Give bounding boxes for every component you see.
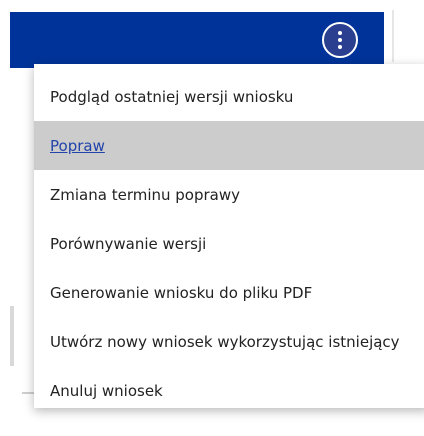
menu-item-generate-pdf[interactable]: Generowanie wniosku do pliku PDF <box>34 268 424 317</box>
more-actions-button[interactable] <box>322 22 358 58</box>
menu-item-cancel-application[interactable]: Anuluj wniosek <box>34 366 424 415</box>
vertical-ellipsis-icon <box>338 31 342 49</box>
menu-item-change-correction-deadline[interactable]: Zmiana terminu poprawy <box>34 170 424 219</box>
screen: Podgląd ostatniej wersji wniosku Popraw … <box>0 0 424 436</box>
divider <box>392 10 394 62</box>
background-tick <box>22 392 34 394</box>
menu-item-compare-versions[interactable]: Porównywanie wersji <box>34 219 424 268</box>
actions-dropdown-menu: Podgląd ostatniej wersji wniosku Popraw … <box>34 64 424 408</box>
background-edge <box>10 306 14 366</box>
menu-item-preview-latest-version[interactable]: Podgląd ostatniej wersji wniosku <box>34 72 424 121</box>
menu-item-correct[interactable]: Popraw <box>34 121 424 170</box>
menu-item-create-from-existing[interactable]: Utwórz nowy wniosek wykorzystując istnie… <box>34 317 424 366</box>
